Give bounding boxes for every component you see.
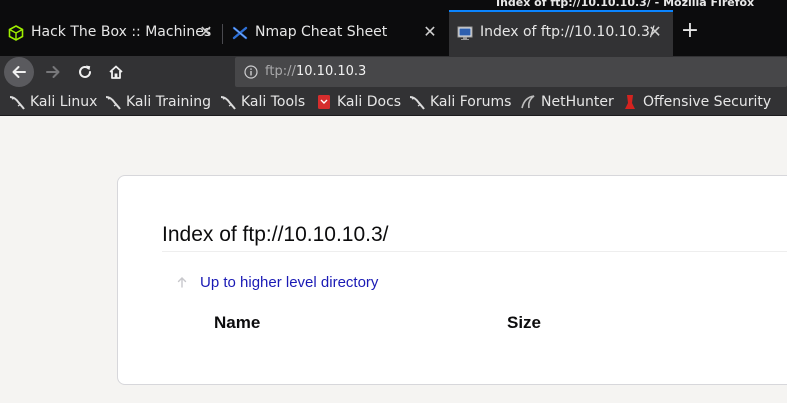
url-host: 10.10.10.3: [296, 64, 367, 79]
tab-index-of-ftp[interactable]: Index of ftp://10.10.10.3/ ✕: [449, 10, 673, 56]
info-icon[interactable]: [244, 65, 258, 79]
tab-separator: [222, 24, 223, 44]
reload-icon: [79, 65, 91, 78]
bookmark-offensive-security[interactable]: Offensive Security: [622, 93, 771, 111]
arrow-right-icon: [46, 66, 60, 78]
arrow-left-icon: [12, 66, 26, 78]
offsec-icon: [625, 95, 635, 109]
page-title: Index of ftp://10.10.10.3/: [162, 223, 389, 246]
column-header-name[interactable]: Name: [214, 313, 260, 333]
x-logo-icon: [232, 26, 248, 40]
back-button[interactable]: [4, 57, 34, 87]
bookmark-label: Kali Tools: [241, 94, 306, 110]
tab-label: Nmap Cheat Sheet: [255, 24, 388, 40]
kali-dragon-icon: [220, 96, 236, 110]
close-icon[interactable]: ✕: [646, 22, 664, 42]
url-scheme: ftp://: [265, 64, 296, 79]
close-icon[interactable]: ✕: [421, 22, 439, 42]
tab-hack-the-box[interactable]: Hack The Box :: Machines ✕: [0, 10, 222, 56]
bookmark-label: Kali Forums: [430, 94, 512, 110]
tab-label: Index of ftp://10.10.10.3/: [480, 24, 655, 40]
window-titlebar: Index of ftp://10.10.10.3/ - Mozilla Fir…: [0, 0, 787, 10]
kali-docs-icon: [318, 95, 330, 109]
navigation-toolbar: ftp:// 10.10.10.3: [0, 56, 787, 88]
bookmark-kali-training[interactable]: Kali Training: [105, 93, 211, 111]
parent-directory-link[interactable]: Up to higher level directory: [176, 272, 378, 292]
reload-button[interactable]: [70, 57, 100, 87]
new-tab-button[interactable]: +: [678, 20, 702, 44]
bookmark-kali-tools[interactable]: Kali Tools: [220, 93, 305, 111]
window-title: Index of ftp://10.10.10.3/ - Mozilla Fir…: [496, 0, 755, 9]
parent-directory-label: Up to higher level directory: [200, 273, 379, 291]
bookmark-label: NetHunter: [541, 94, 614, 110]
monitor-icon: [457, 26, 473, 40]
divider: [162, 251, 787, 252]
column-header-size[interactable]: Size: [507, 313, 541, 333]
directory-listing-card: Index of ftp://10.10.10.3/ Up to higher …: [117, 175, 787, 385]
nethunter-icon: [521, 95, 535, 109]
bookmark-label: Offensive Security: [643, 94, 772, 110]
bookmarks-toolbar: Kali Linux Kali Training Kali Tools Kali…: [0, 88, 787, 116]
bookmark-kali-linux[interactable]: Kali Linux: [9, 93, 97, 111]
bookmark-kali-forums[interactable]: Kali Forums: [409, 93, 511, 111]
bookmark-nethunter[interactable]: NetHunter: [520, 93, 614, 111]
bookmark-kali-docs[interactable]: Kali Docs: [316, 93, 401, 111]
tab-strip: Hack The Box :: Machines ✕ Nmap Cheat Sh…: [0, 10, 787, 56]
bookmark-label: Kali Training: [126, 94, 211, 110]
tab-nmap-cheat-sheet[interactable]: Nmap Cheat Sheet ✕: [224, 10, 448, 56]
kali-dragon-icon: [105, 96, 121, 110]
page-content: Index of ftp://10.10.10.3/ Up to higher …: [0, 117, 787, 403]
address-bar[interactable]: ftp:// 10.10.10.3: [235, 57, 787, 87]
bookmark-label: Kali Linux: [30, 94, 98, 110]
close-icon[interactable]: ✕: [197, 22, 215, 42]
kali-dragon-icon: [409, 96, 425, 110]
home-button[interactable]: [101, 57, 131, 87]
kali-dragon-icon: [9, 96, 25, 110]
tab-label: Hack The Box :: Machines: [31, 24, 212, 40]
cube-icon: [8, 25, 24, 41]
home-icon: [109, 65, 123, 79]
forward-button[interactable]: [38, 57, 68, 87]
arrow-up-icon: [177, 277, 187, 288]
bookmark-label: Kali Docs: [337, 94, 402, 110]
